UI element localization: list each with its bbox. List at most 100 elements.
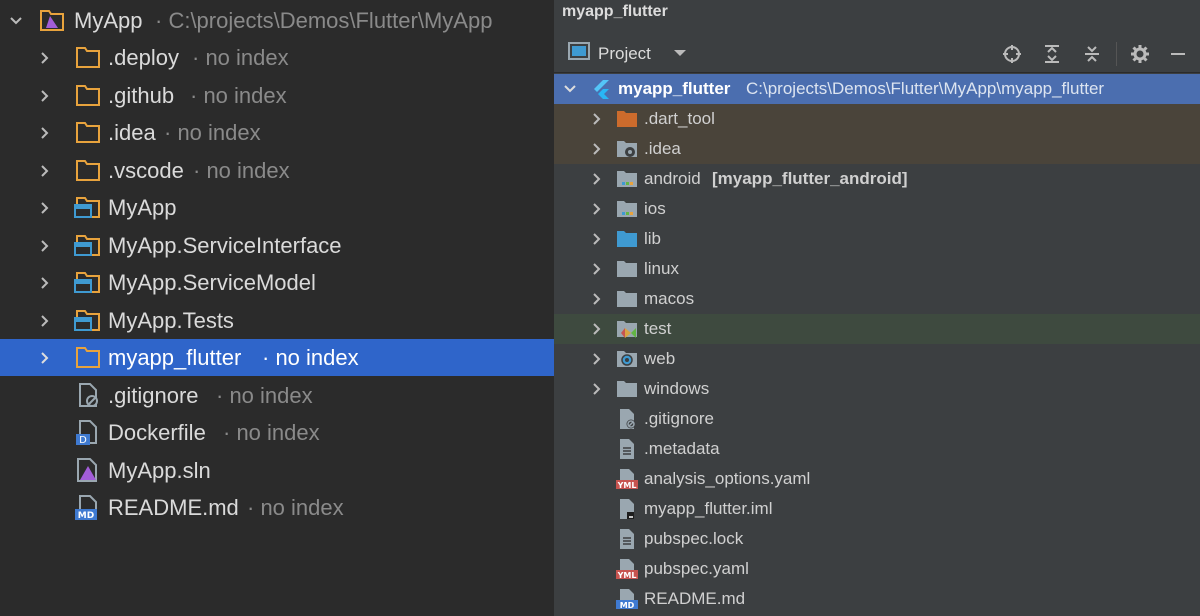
folder-icon [616, 378, 638, 400]
tree-item-label: pubspec.lock [644, 529, 744, 548]
tree-item-dart-tool[interactable]: .dart_tool [554, 104, 1200, 134]
docker-file-icon: D [74, 418, 102, 446]
folder-icon [616, 288, 638, 310]
chevron-down-icon[interactable] [6, 11, 26, 31]
module-folder-icon [616, 168, 638, 190]
tree-item-note: · no index [164, 119, 261, 145]
tree-root-myapp[interactable]: MyApp · C:\projects\Demos\Flutter\MyApp [0, 2, 554, 39]
tree-item-github[interactable]: .github · no index [0, 77, 554, 114]
chevron-right-icon[interactable] [590, 172, 604, 186]
project-folder-icon [74, 306, 102, 334]
tree-item-label: .metadata [644, 439, 720, 458]
tree-item-label: linux [644, 259, 679, 278]
folder-icon [74, 343, 102, 371]
markdown-file-icon: MD [74, 493, 102, 521]
chevron-right-icon[interactable] [35, 161, 55, 181]
project-view-dropdown[interactable]: Project [568, 42, 687, 65]
tree-item-label: pubspec.yaml [644, 559, 749, 578]
tree-item-analysis-options[interactable]: YML analysis_options.yaml [554, 464, 1200, 494]
tree-item-label: .github [108, 82, 175, 108]
chevron-right-icon[interactable] [590, 382, 604, 396]
tree-item-idea[interactable]: .idea · no index [0, 114, 554, 151]
chevron-right-icon[interactable] [35, 348, 55, 368]
tree-item-label: myapp_flutter.iml [644, 499, 773, 518]
tree-item-label: android [644, 169, 701, 188]
tree-item-macos[interactable]: macos [554, 284, 1200, 314]
tree-item-pubspec-lock[interactable]: pubspec.lock [554, 524, 1200, 554]
tree-item-sln[interactable]: MyApp.sln [0, 452, 554, 489]
tree-item-idea[interactable]: .idea [554, 134, 1200, 164]
gear-icon[interactable] [1130, 44, 1150, 64]
chevron-right-icon[interactable] [35, 86, 55, 106]
tree-item-windows[interactable]: windows [554, 374, 1200, 404]
text-file-icon [616, 438, 638, 460]
tree-item-readme[interactable]: MD README.md [554, 584, 1200, 614]
test-folder-icon [616, 318, 638, 340]
tree-item-label: MyApp [108, 194, 177, 220]
tree-item-label: .deploy [108, 44, 179, 70]
project-toolbar: Project [554, 36, 1200, 73]
tree-item-note: · no index [223, 419, 320, 445]
collapse-all-icon[interactable] [1082, 44, 1102, 64]
locate-icon[interactable] [1002, 44, 1022, 64]
expand-all-icon[interactable] [1042, 44, 1062, 64]
chevron-right-icon[interactable] [35, 48, 55, 68]
tree-item-gitignore[interactable]: .gitignore · no index [0, 377, 554, 414]
chevron-right-icon[interactable] [35, 123, 55, 143]
chevron-right-icon[interactable] [35, 236, 55, 256]
minimize-icon[interactable] [1168, 44, 1188, 64]
tree-item-myapp-flutter[interactable]: myapp_flutter · no index [0, 339, 554, 376]
web-folder-icon [616, 348, 638, 370]
tree-item-label: MyApp.ServiceInterface [108, 232, 342, 258]
chevron-right-icon[interactable] [35, 273, 55, 293]
project-folder-icon [74, 268, 102, 296]
ignore-file-icon [74, 381, 102, 409]
tree-item-label: lib [644, 229, 662, 248]
tree-item-linux[interactable]: linux [554, 254, 1200, 284]
tree-item-lib[interactable]: lib [554, 224, 1200, 254]
chevron-right-icon[interactable] [590, 262, 604, 276]
tree-item-ios[interactable]: ios [554, 194, 1200, 224]
chevron-right-icon[interactable] [35, 198, 55, 218]
tree-item-serviceinterface[interactable]: MyApp.ServiceInterface [0, 227, 554, 264]
tree-item-android[interactable]: android [myapp_flutter_android] [554, 164, 1200, 194]
tree-item-deploy[interactable]: .deploy · no index [0, 39, 554, 76]
tree-item-label: README.md [644, 589, 746, 608]
tree-root-myapp-flutter[interactable]: myapp_flutter C:\projects\Demos\Flutter\… [554, 74, 1200, 104]
flutter-module-icon [590, 78, 612, 100]
chevron-right-icon[interactable] [590, 112, 604, 126]
tree-root-label: myapp_flutter [618, 79, 731, 98]
tree-item-metadata[interactable]: .metadata [554, 434, 1200, 464]
chevron-down-icon[interactable] [563, 82, 577, 96]
tree-item-tests[interactable]: MyApp.Tests [0, 302, 554, 339]
tree-item-myapp-project[interactable]: MyApp [0, 189, 554, 226]
tree-item-vscode[interactable]: .vscode · no index [0, 152, 554, 189]
folder-icon [74, 81, 102, 109]
tree-item-gitignore[interactable]: .gitignore [554, 404, 1200, 434]
chevron-right-icon[interactable] [590, 142, 604, 156]
tree-item-label: analysis_options.yaml [644, 469, 811, 488]
solution-icon [38, 6, 66, 34]
tree-item-label: .vscode [108, 157, 184, 183]
tree-item-pubspec-yaml[interactable]: YML pubspec.yaml [554, 554, 1200, 584]
solution-explorer-pane: MyApp · C:\projects\Demos\Flutter\MyApp … [0, 0, 554, 616]
tree-item-servicemodel[interactable]: MyApp.ServiceModel [0, 264, 554, 301]
chevron-right-icon[interactable] [35, 311, 55, 331]
tree-item-iml[interactable]: myapp_flutter.iml [554, 494, 1200, 524]
project-folder-icon [74, 231, 102, 259]
chevron-right-icon[interactable] [590, 322, 604, 336]
chevron-right-icon[interactable] [590, 352, 604, 366]
chevron-right-icon[interactable] [590, 202, 604, 216]
tree-item-test[interactable]: test [554, 314, 1200, 344]
tree-item-readme[interactable]: MD README.md · no index [0, 489, 554, 526]
svg-text:MD: MD [78, 511, 94, 521]
tree-item-label: .idea [644, 139, 681, 158]
tree-item-label: .idea [108, 119, 156, 145]
module-file-icon [616, 498, 638, 520]
config-folder-icon [616, 138, 638, 160]
chevron-right-icon[interactable] [590, 232, 604, 246]
tree-item-dockerfile[interactable]: D Dockerfile · no index [0, 414, 554, 451]
chevron-right-icon[interactable] [590, 292, 604, 306]
tree-item-note: · no index [190, 82, 287, 108]
tree-item-web[interactable]: web [554, 344, 1200, 374]
